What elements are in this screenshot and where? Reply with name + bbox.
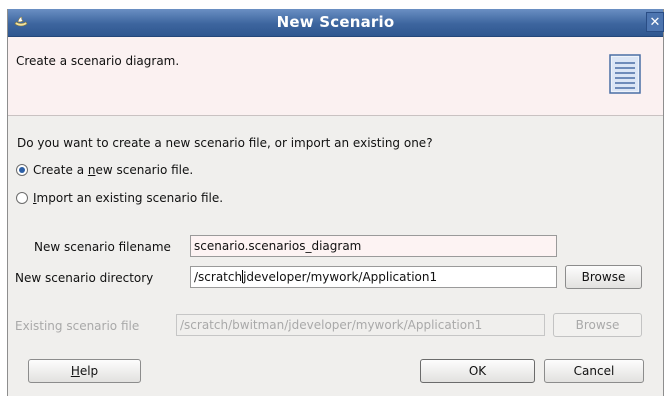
directory-browse-button[interactable]: Browse <box>565 265 642 289</box>
question-text: Do you want to create a new scenario fil… <box>17 136 433 150</box>
existing-file-input[interactable]: /scratch/bwitman/jdeveloper/mywork/Appli… <box>176 314 545 336</box>
help-button[interactable]: Help <box>28 359 141 383</box>
radio-button-import-existing[interactable] <box>16 192 28 204</box>
cancel-button[interactable]: Cancel <box>544 359 644 383</box>
radio-label-create-new: Create a new scenario file. <box>33 163 194 177</box>
radio-button-create-new[interactable] <box>16 164 28 176</box>
new-scenario-dialog: New Scenario ✕ Create a scenario diagram… <box>7 9 664 396</box>
document-icon <box>609 54 641 94</box>
filename-input[interactable]: scenario.scenarios_diagram <box>190 235 557 257</box>
existing-browse-button[interactable]: Browse <box>553 313 642 337</box>
close-button[interactable]: ✕ <box>646 12 664 32</box>
header-panel: Create a scenario diagram. <box>8 37 663 116</box>
ok-button[interactable]: OK <box>420 359 535 383</box>
dialog-title: New Scenario <box>276 13 395 31</box>
header-description: Create a scenario diagram. <box>16 54 180 68</box>
directory-input[interactable]: /scratchjdeveloper/mywork/Application1 <box>190 266 557 288</box>
filename-label: New scenario filename <box>34 240 171 254</box>
title-bar[interactable]: New Scenario ✕ <box>8 9 664 37</box>
existing-file-label: Existing scenario file <box>15 319 140 333</box>
radio-label-import-existing: Import an existing scenario file. <box>33 191 224 205</box>
radio-import-existing[interactable]: Import an existing scenario file. <box>16 189 223 207</box>
radio-create-new[interactable]: Create a new scenario file. <box>16 161 193 179</box>
close-icon: ✕ <box>649 15 661 30</box>
directory-label: New scenario directory <box>15 271 154 285</box>
